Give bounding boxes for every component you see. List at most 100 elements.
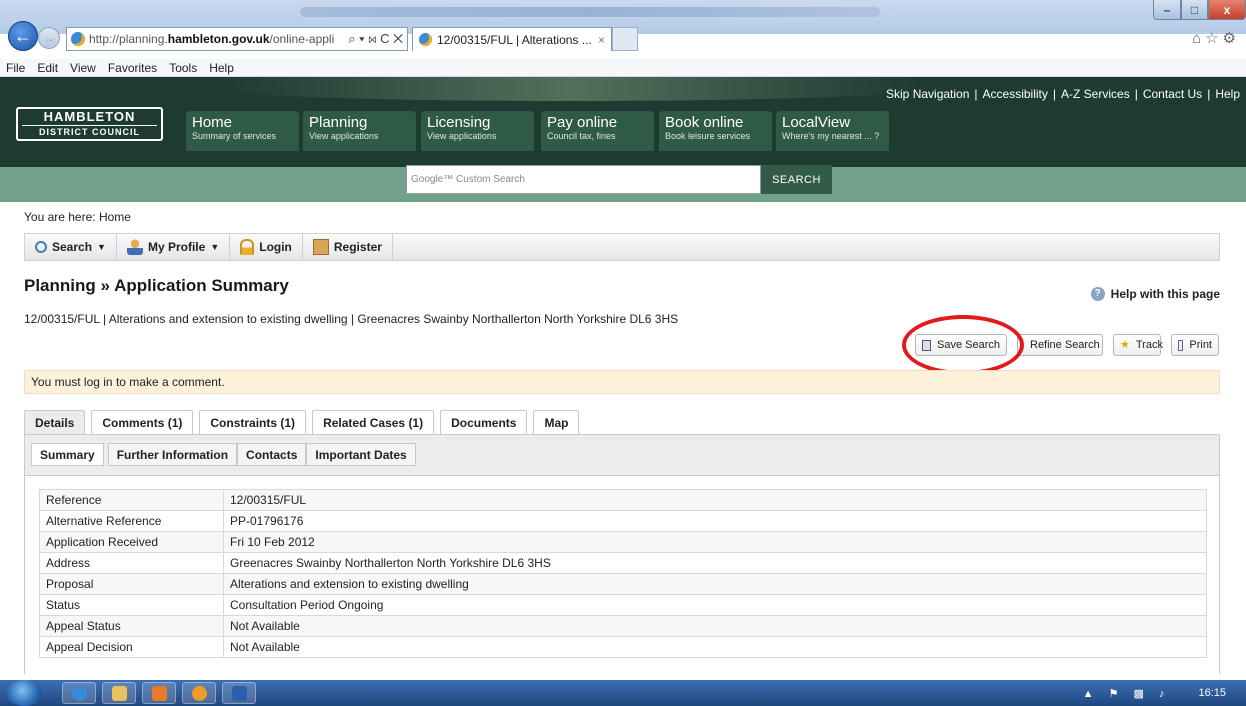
nav-tab-pay-online[interactable]: Pay online Council tax, fines <box>541 111 654 151</box>
favorites-star-icon[interactable]: ☆ <box>1205 30 1222 47</box>
skip-navigation-link[interactable]: Skip Navigation <box>886 87 969 101</box>
nav-tab-book-online[interactable]: Book online Book leisure services <box>659 111 772 151</box>
nav-tab-localview[interactable]: LocalView Where's my nearest ... ? <box>776 111 889 151</box>
contact-us-link[interactable]: Contact Us <box>1143 87 1202 101</box>
address-bar[interactable]: http://planning. hambleton.gov.uk/online-… <box>66 27 408 51</box>
nav-tab-subtitle: View applications <box>309 131 379 141</box>
az-services-link[interactable]: A-Z Services <box>1061 87 1130 101</box>
browser-nav-row: ← → http://planning. hambleton.gov.uk/onl… <box>0 19 1246 59</box>
ie-page-icon <box>71 32 85 46</box>
row-value: Consultation Period Ongoing <box>223 594 1207 616</box>
user-icon <box>126 239 143 255</box>
table-row: Appeal Decision Not Available <box>39 636 1207 658</box>
register-label: Register <box>333 240 382 254</box>
track-button[interactable]: ★ Track <box>1113 334 1163 356</box>
address-path: /online-appli <box>269 32 335 46</box>
browser-menu-bar: File Edit View Favorites Tools Help <box>0 59 1246 77</box>
nav-tab-subtitle: Summary of services <box>192 131 277 141</box>
browser-toolbar-icons[interactable]: ⌂☆⚙ <box>1192 29 1240 47</box>
tools-gear-icon[interactable]: ⚙ <box>1223 30 1240 47</box>
help-with-page-link[interactable]: ? Help with this page <box>1090 287 1220 301</box>
search-menu-label: Search <box>52 240 93 254</box>
internet-explorer-icon[interactable] <box>62 682 96 704</box>
subtab-further-information[interactable]: Further Information <box>107 443 238 466</box>
nav-tab-title: Licensing <box>427 114 491 131</box>
tab-comments[interactable]: Comments (1) <box>91 410 194 435</box>
tab-map[interactable]: Map <box>533 410 580 435</box>
tray-icons[interactable]: ▲ ⚑ ▩ ♪ <box>1083 687 1171 700</box>
menu-favorites[interactable]: Favorites <box>108 61 157 75</box>
tab-close-icon[interactable]: × <box>598 33 605 47</box>
site-header: Skip Navigation | Accessibility | A-Z Servic… <box>0 77 1246 167</box>
nav-tab-planning[interactable]: Planning View applications <box>303 111 416 151</box>
table-row: Address Greenacres Swainby Northallerton … <box>39 552 1207 574</box>
menu-edit[interactable]: Edit <box>37 61 58 75</box>
refine-search-button[interactable]: Refine Search <box>1017 334 1103 356</box>
menu-tools[interactable]: Tools <box>169 61 197 75</box>
print-button[interactable]: Print <box>1171 334 1219 356</box>
page-toolbar: Search ▼ My Profile ▼ Login Register <box>24 233 1220 261</box>
nav-tab-title: Book online <box>665 114 744 131</box>
search-menu-button[interactable]: Search ▼ <box>25 234 117 260</box>
page-title-separator: » <box>95 276 115 295</box>
nav-tab-home[interactable]: Home Summary of services <box>186 111 299 151</box>
site-search-input[interactable]: Google™ Custom Search <box>406 165 761 194</box>
windows-taskbar: ▲ ⚑ ▩ ♪ 16:15 <box>0 680 1246 706</box>
minimize-button[interactable]: – <box>1153 0 1181 20</box>
address-controls[interactable]: ⌕ ▾ ⋈ C ✕ <box>348 31 403 47</box>
utility-links: Skip Navigation | Accessibility | A-Z Servic… <box>886 87 1240 101</box>
subtab-contacts[interactable]: Contacts <box>237 443 307 466</box>
media-player-icon[interactable] <box>142 682 176 704</box>
row-label: Appeal Status <box>39 615 224 637</box>
council-logo[interactable]: HAMBLETON DISTRICT COUNCIL <box>16 107 163 141</box>
red-highlight-circle <box>902 315 1024 375</box>
nav-tab-subtitle: Book leisure services <box>665 131 751 141</box>
browser-tab-active[interactable]: 12/00315/FUL | Alterations ... × <box>412 27 612 51</box>
track-label: Track <box>1135 339 1163 351</box>
row-value: 12/00315/FUL <box>223 489 1207 511</box>
table-row: Appeal Status Not Available <box>39 615 1207 637</box>
tab-constraints[interactable]: Constraints (1) <box>199 410 307 435</box>
login-button[interactable]: Login <box>230 234 303 260</box>
page-title-main: Planning <box>24 276 96 295</box>
menu-file[interactable]: File <box>6 61 25 75</box>
subtab-important-dates[interactable]: Important Dates <box>306 443 416 466</box>
help-link-top[interactable]: Help <box>1215 87 1240 101</box>
firefox-icon[interactable] <box>182 682 216 704</box>
back-button[interactable]: ← <box>8 21 38 51</box>
subtab-summary[interactable]: Summary <box>31 443 104 466</box>
close-window-button[interactable]: x <box>1208 0 1246 20</box>
nav-tab-licensing[interactable]: Licensing View applications <box>421 111 534 151</box>
maximize-button[interactable]: □ <box>1181 0 1208 20</box>
row-label: Address <box>39 552 224 574</box>
register-button[interactable]: Register <box>303 234 393 260</box>
page-title: Planning » Application Summary <box>24 276 289 296</box>
site-search-button[interactable]: SEARCH <box>761 165 832 194</box>
home-icon[interactable]: ⌂ <box>1192 30 1205 47</box>
start-button[interactable] <box>6 680 42 706</box>
tab-documents[interactable]: Documents <box>440 410 528 435</box>
lock-icon <box>240 239 255 255</box>
my-profile-label: My Profile <box>147 240 206 254</box>
forward-button[interactable]: → <box>38 27 60 49</box>
new-tab-button[interactable] <box>612 27 638 51</box>
tab-details[interactable]: Details <box>24 410 86 435</box>
tab-related-cases[interactable]: Related Cases (1) <box>312 410 435 435</box>
browser-tab-title: 12/00315/FUL | Alterations ... <box>437 32 592 47</box>
file-explorer-icon[interactable] <box>102 682 136 704</box>
details-tab-bar: Details Comments (1) Constraints (1) Rel… <box>24 410 585 435</box>
system-tray: ▲ ⚑ ▩ ♪ 16:15 <box>1076 680 1246 706</box>
row-label: Alternative Reference <box>39 510 224 532</box>
details-tab-panel: Summary Further Information Contacts Imp… <box>24 434 1220 675</box>
chevron-down-icon: ▼ <box>210 242 220 252</box>
nav-tab-subtitle: Council tax, fines <box>547 131 616 141</box>
my-profile-menu-button[interactable]: My Profile ▼ <box>117 234 231 260</box>
row-label: Application Received <box>39 531 224 553</box>
menu-view[interactable]: View <box>70 61 96 75</box>
word-icon[interactable] <box>222 682 256 704</box>
accessibility-link[interactable]: Accessibility <box>983 87 1048 101</box>
nav-tab-subtitle: View applications <box>427 131 497 141</box>
menu-help[interactable]: Help <box>209 61 234 75</box>
clock[interactable]: 16:15 <box>1198 687 1226 699</box>
help-link-label: Help with this page <box>1110 287 1220 301</box>
